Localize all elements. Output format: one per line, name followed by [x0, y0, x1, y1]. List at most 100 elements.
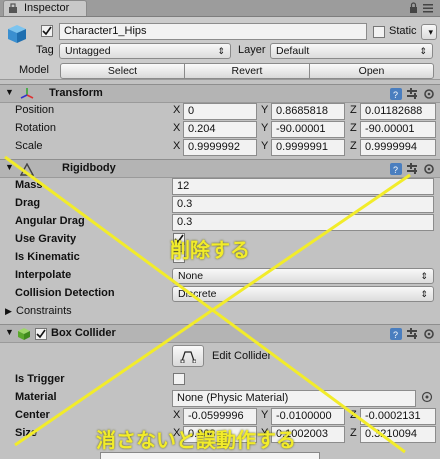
axis-x-label: X: [173, 104, 181, 116]
add-component-button[interactable]: [100, 452, 320, 459]
window-controls: [408, 2, 436, 17]
angular-drag-field[interactable]: 0.3: [172, 214, 434, 231]
edit-collider-icon: [180, 351, 197, 364]
foldout-arrow-icon[interactable]: ▼: [5, 87, 14, 97]
object-name-field[interactable]: Character1_Hips: [59, 23, 367, 40]
axis-x-label: X: [173, 122, 181, 134]
lock-icon[interactable]: [410, 2, 417, 13]
collision-detection-label: Collision Detection: [15, 287, 115, 299]
constraints-foldout-icon[interactable]: ▶: [5, 306, 12, 317]
help-icon[interactable]: ?: [390, 328, 402, 340]
dropdown-arrow-icon: ⇕: [217, 46, 225, 56]
box-collider-enabled-checkbox[interactable]: [35, 328, 47, 340]
layer-dropdown[interactable]: Default ⇕: [270, 43, 433, 59]
transform-header[interactable]: ▼ Transform ?: [0, 84, 440, 103]
drag-field[interactable]: 0.3: [172, 196, 434, 213]
edit-collider-button[interactable]: [172, 345, 204, 367]
transform-title: Transform: [49, 87, 103, 99]
settings-icon[interactable]: [424, 89, 434, 99]
component-icons: ?: [390, 163, 434, 175]
settings-icon[interactable]: [424, 329, 434, 339]
scale-z-field[interactable]: 0.9999994: [360, 139, 436, 156]
menu-icon[interactable]: [423, 4, 433, 13]
size-z-field[interactable]: 0.3210094: [360, 426, 436, 443]
center-z-field[interactable]: -0.0002131: [360, 408, 436, 425]
help-icon[interactable]: ?: [390, 163, 402, 175]
static-checkbox[interactable]: [373, 26, 385, 38]
axis-z-label: Z: [350, 104, 357, 116]
static-label: Static: [389, 25, 417, 37]
position-label: Position: [15, 104, 55, 116]
preset-icon[interactable]: [407, 328, 417, 339]
layer-value: Default: [276, 45, 310, 57]
axis-y-label: Y: [261, 122, 269, 134]
material-label: Material: [15, 391, 57, 403]
tag-dropdown[interactable]: Untagged ⇕: [59, 43, 231, 59]
scale-label: Scale: [15, 140, 43, 152]
axis-y-label: Y: [261, 140, 269, 152]
collision-detection-value: Discrete: [178, 288, 217, 300]
axis-x-label: X: [173, 409, 181, 421]
foldout-arrow-icon[interactable]: ▼: [5, 162, 14, 172]
annotation-bottom-text: 消さないと誤動作する: [96, 430, 296, 452]
size-label: Size: [15, 427, 38, 439]
tab-bar: Inspector: [0, 0, 440, 17]
rigidbody-icon: [20, 163, 34, 176]
rotation-y-field[interactable]: -90.00001: [271, 121, 345, 138]
tab-label: Inspector: [24, 2, 70, 14]
check-icon: [36, 329, 46, 339]
model-revert-button[interactable]: Revert: [184, 63, 310, 79]
object-picker-icon[interactable]: [421, 391, 433, 403]
center-x-field[interactable]: -0.0599996: [183, 408, 257, 425]
box-collider-header[interactable]: ▼ Box Collider ?: [0, 324, 440, 343]
component-icons: ?: [390, 88, 434, 100]
scale-x-field[interactable]: 0.9999992: [183, 139, 257, 156]
preset-icon[interactable]: [407, 88, 417, 99]
mass-field[interactable]: 12: [172, 178, 434, 195]
material-field[interactable]: None (Physic Material): [172, 390, 416, 407]
rotation-x-field[interactable]: 0.204: [183, 121, 257, 138]
annotation-top-text: 削除する: [170, 240, 250, 262]
active-checkbox[interactable]: [41, 25, 53, 37]
gameobject-icon: [8, 25, 26, 43]
position-z-field[interactable]: 0.01182688: [360, 103, 436, 120]
mass-label: Mass: [15, 179, 43, 191]
inspector-icon: [9, 3, 17, 13]
layer-label: Layer: [238, 44, 266, 56]
transform-body: Position X 0 Y 0.8685818 Z 0.01182688 Ro…: [0, 103, 440, 158]
preset-icon[interactable]: [407, 163, 417, 174]
box-collider-icon: [18, 328, 30, 340]
foldout-arrow-icon[interactable]: ▼: [5, 327, 14, 337]
collision-detection-dropdown[interactable]: Discrete ⇕: [172, 286, 434, 302]
rigidbody-title: Rigidbody: [62, 162, 116, 174]
position-x-field[interactable]: 0: [183, 103, 257, 120]
interpolate-value: None: [178, 270, 204, 282]
object-header: Character1_Hips Static ▾ Tag Untagged ⇕ L…: [0, 17, 440, 80]
box-collider-title: Box Collider: [51, 327, 116, 339]
svg-text:?: ?: [393, 330, 398, 340]
static-dropdown[interactable]: ▾: [421, 24, 437, 40]
constraints-label[interactable]: Constraints: [16, 305, 72, 317]
dropdown-arrow-icon: ⇕: [420, 289, 428, 299]
model-label: Model: [19, 64, 49, 76]
interpolate-label: Interpolate: [15, 269, 72, 281]
settings-icon[interactable]: [424, 164, 434, 174]
axis-z-label: Z: [350, 409, 357, 421]
dropdown-arrow-icon: ⇕: [420, 271, 428, 281]
scale-y-field[interactable]: 0.9999991: [271, 139, 345, 156]
interpolate-dropdown[interactable]: None ⇕: [172, 268, 434, 284]
model-open-button[interactable]: Open: [309, 63, 434, 79]
check-icon: [42, 26, 52, 36]
model-select-button[interactable]: Select: [60, 63, 185, 79]
tab-inspector[interactable]: Inspector: [3, 0, 87, 16]
center-y-field[interactable]: -0.0100000: [271, 408, 345, 425]
rotation-label: Rotation: [15, 122, 56, 134]
rotation-z-field[interactable]: -90.00001: [360, 121, 436, 138]
rigidbody-header[interactable]: ▼ Rigidbody ?: [0, 159, 440, 178]
help-icon[interactable]: ?: [390, 88, 402, 100]
transform-icon: [20, 88, 34, 99]
position-y-field[interactable]: 0.8685818: [271, 103, 345, 120]
axis-z-label: Z: [350, 122, 357, 134]
axis-y-label: Y: [261, 104, 269, 116]
is-trigger-checkbox[interactable]: [173, 373, 185, 385]
